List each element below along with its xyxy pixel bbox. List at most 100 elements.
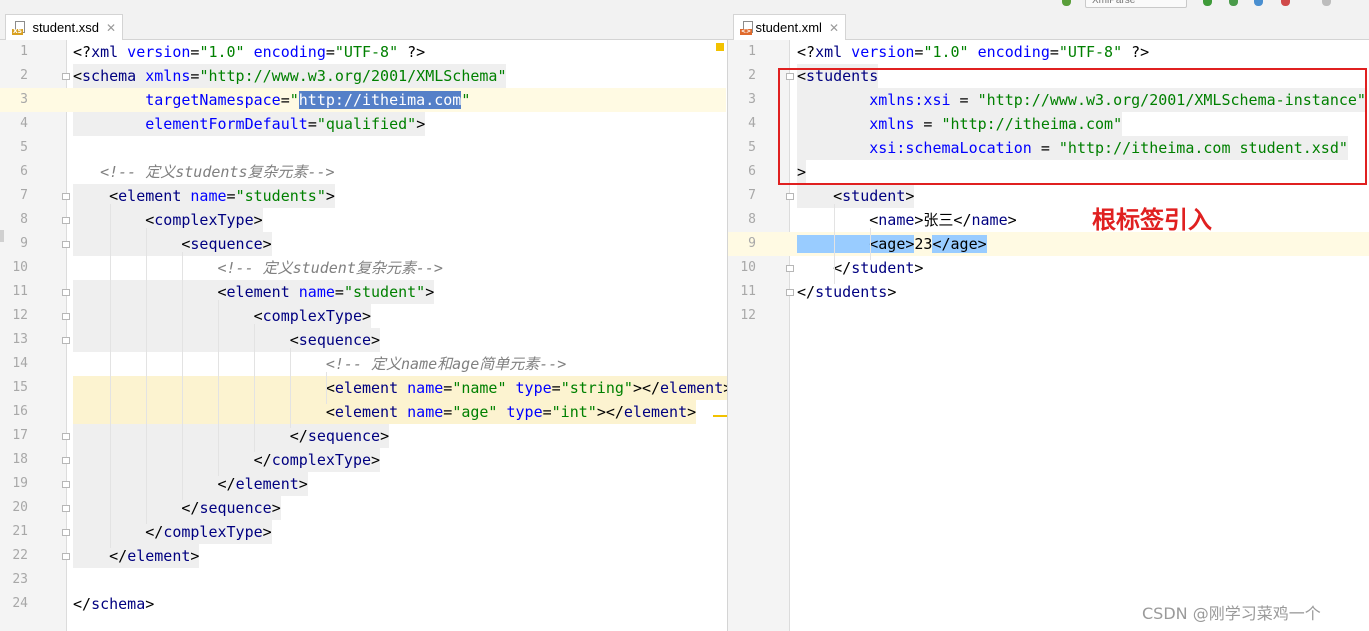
tab-student-xsd[interactable]: XS student.xsd ✕ xyxy=(5,14,123,40)
xsd-editor[interactable]: 1 <?xml version="1.0" encoding="UTF-8" ?>… xyxy=(0,40,728,631)
fold-toggle-icon[interactable] xyxy=(786,73,794,80)
indent-guide xyxy=(254,324,255,452)
code-line[interactable]: 11 <element name="student"> xyxy=(0,280,726,304)
profile-icon[interactable] xyxy=(1281,0,1290,6)
code-line[interactable]: 9 <age>23</age> xyxy=(728,232,1369,256)
token: name xyxy=(181,187,227,205)
fold-toggle-icon[interactable] xyxy=(62,529,70,536)
code-line[interactable]: 16 <element name="age" type="int"></elem… xyxy=(0,400,726,424)
code-line[interactable]: 3 targetNamespace="http://itheima.com" xyxy=(0,88,726,112)
code-line[interactable]: 1 <?xml version="1.0" encoding="UTF-8" ?> xyxy=(0,40,726,64)
back-arrow-icon[interactable] xyxy=(1062,0,1071,6)
coverage-icon[interactable] xyxy=(1254,0,1263,6)
fold-toggle-icon[interactable] xyxy=(62,73,70,80)
token: < xyxy=(73,379,335,397)
code-line[interactable]: 8 <name>张三</name> xyxy=(728,208,1369,232)
token: ></ xyxy=(632,379,661,397)
token: < xyxy=(73,235,191,253)
token: element xyxy=(660,379,724,397)
token: " xyxy=(289,91,299,109)
code-line[interactable]: 17 </sequence> xyxy=(0,424,726,448)
code-line[interactable]: 24 </schema> xyxy=(0,592,726,616)
code-line[interactable]: 8 <complexType> xyxy=(0,208,726,232)
debug-icon[interactable] xyxy=(1229,0,1238,6)
code-line[interactable]: 3 xmlns:xsi = "http://www.w3.org/2001/XM… xyxy=(728,88,1369,112)
code-line[interactable]: 19 </element> xyxy=(0,472,726,496)
fold-toggle-icon[interactable] xyxy=(786,289,794,296)
code-line[interactable]: 14 <!-- 定义name和age简单元素--> xyxy=(0,352,726,376)
fold-toggle-icon[interactable] xyxy=(62,505,70,512)
close-icon[interactable]: ✕ xyxy=(829,21,839,35)
token: sequence xyxy=(298,331,372,349)
token: < xyxy=(73,307,263,325)
token: student xyxy=(851,259,915,277)
run-configuration-select[interactable]: XmlParse xyxy=(1085,0,1187,8)
token: sequence xyxy=(190,235,263,253)
line-number: 10 xyxy=(12,260,28,275)
code-line[interactable]: 5 xsi:schemaLocation = "http://itheima.c… xyxy=(728,136,1369,160)
close-icon[interactable]: ✕ xyxy=(106,21,116,35)
fold-toggle-icon[interactable] xyxy=(62,457,70,464)
fold-toggle-icon[interactable] xyxy=(62,193,70,200)
token: complexType xyxy=(271,451,372,469)
code-line[interactable]: 10 <!-- 定义student复杂元素--> xyxy=(0,256,726,280)
fold-toggle-icon[interactable] xyxy=(786,193,794,200)
token: > xyxy=(425,283,435,301)
token: = xyxy=(950,91,978,109)
token: type xyxy=(497,403,543,421)
code-line[interactable]: 9 <sequence> xyxy=(0,232,726,256)
token: < xyxy=(73,67,83,85)
token: xmlns:xsi xyxy=(797,91,951,109)
analysis-marker[interactable] xyxy=(716,43,724,51)
fold-toggle-icon[interactable] xyxy=(786,265,794,272)
code-line[interactable]: 12 <complexType> xyxy=(0,304,726,328)
code-line[interactable]: 4 elementFormDefault="qualified"> xyxy=(0,112,726,136)
code-line[interactable]: 12 xyxy=(728,304,1369,328)
code-line[interactable]: 22 </element> xyxy=(0,544,726,568)
token: < xyxy=(73,331,299,349)
code-text: <!-- 定义students复杂元素--> xyxy=(73,160,335,184)
code-line[interactable]: 20 </sequence> xyxy=(0,496,726,520)
code-line[interactable]: 4 xmlns = "http://itheima.com" xyxy=(728,112,1369,136)
xml-editor[interactable]: 1 <?xml version="1.0" encoding="UTF-8" ?>… xyxy=(728,40,1369,631)
token: "http://www.w3.org/2001/XMLSchema" xyxy=(199,67,507,85)
code-line[interactable]: 7 <student> xyxy=(728,184,1369,208)
code-line[interactable]: 15 <element name="name" type="string"></… xyxy=(0,376,727,400)
indent-guide xyxy=(290,348,291,428)
line-number: 12 xyxy=(740,308,756,323)
token: sequence xyxy=(307,427,381,445)
fold-toggle-icon[interactable] xyxy=(62,241,70,248)
code-line[interactable]: 23 xyxy=(0,568,726,592)
code-line[interactable]: 11 </students> xyxy=(728,280,1369,304)
token: = xyxy=(1031,139,1059,157)
code-line[interactable]: 6 <!-- 定义students复杂元素--> xyxy=(0,160,726,184)
run-icon[interactable] xyxy=(1203,0,1212,6)
fold-toggle-icon[interactable] xyxy=(62,313,70,320)
token: > xyxy=(145,595,155,613)
code-line[interactable]: 2 <schema xmlns="http://www.w3.org/2001/X… xyxy=(0,64,726,88)
line-number: 7 xyxy=(20,188,28,203)
code-line[interactable]: 6 > xyxy=(728,160,1369,184)
code-line[interactable]: 13 <sequence> xyxy=(0,328,726,352)
code-line[interactable]: 1 <?xml version="1.0" encoding="UTF-8" ?> xyxy=(728,40,1369,64)
stop-icon[interactable] xyxy=(1322,0,1331,6)
fold-toggle-icon[interactable] xyxy=(62,217,70,224)
fold-toggle-icon[interactable] xyxy=(62,337,70,344)
code-line[interactable]: 5 xyxy=(0,136,726,160)
code-line[interactable]: 18 </complexType> xyxy=(0,448,726,472)
line-number: 16 xyxy=(12,404,28,419)
code-line[interactable]: 21 </complexType> xyxy=(0,520,726,544)
token: > xyxy=(797,163,807,181)
code-line[interactable]: 2 <students xyxy=(728,64,1369,88)
code-line[interactable]: 7 <element name="students"> xyxy=(0,184,726,208)
token: < xyxy=(73,211,155,229)
token: type xyxy=(506,379,552,397)
token: "students" xyxy=(235,187,326,205)
fold-toggle-icon[interactable] xyxy=(62,433,70,440)
code-line[interactable]: 10 </student> xyxy=(728,256,1369,280)
fold-toggle-icon[interactable] xyxy=(62,481,70,488)
fold-toggle-icon[interactable] xyxy=(62,289,70,296)
tab-student-xml[interactable]: <> student.xml ✕ xyxy=(733,14,846,40)
fold-toggle-icon[interactable] xyxy=(62,553,70,560)
token: complexType xyxy=(262,307,362,325)
